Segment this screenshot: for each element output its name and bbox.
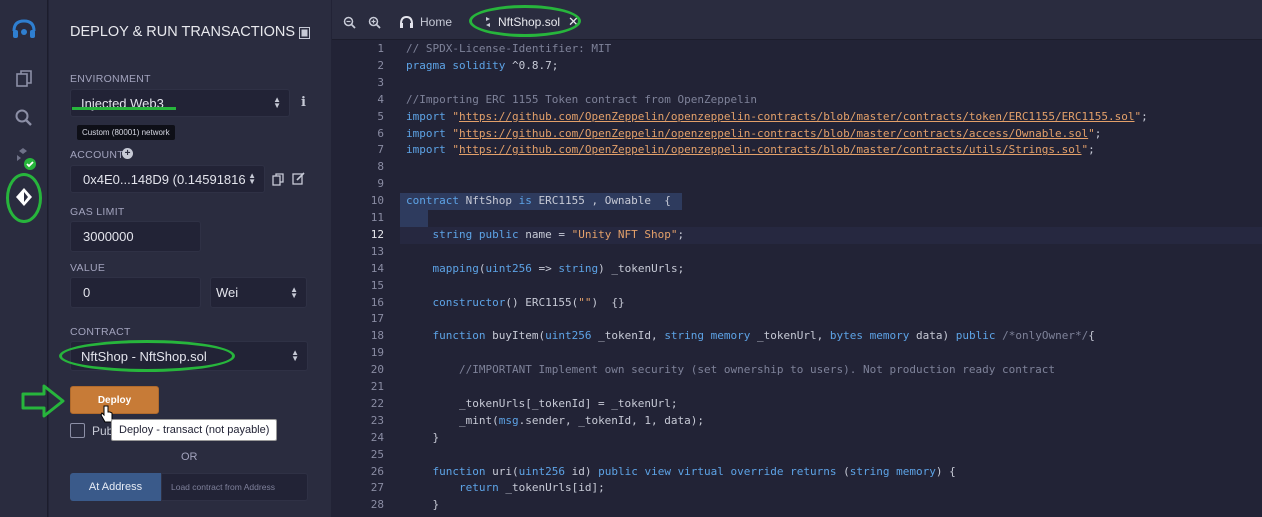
code-line[interactable]: //Importing ERC 1155 Token contract from… <box>406 93 757 106</box>
home-remix-icon <box>400 15 413 28</box>
deploy-button[interactable]: Deploy <box>70 386 159 414</box>
line-number: 16 <box>370 295 384 309</box>
account-select[interactable]: 0x4E0...148D9 (0.14591816 ▲ ▼ <box>70 165 265 193</box>
line-number: 25 <box>370 447 384 461</box>
code-line[interactable]: pragma solidity ^0.8.7; <box>406 59 558 72</box>
tab-home-label: Home <box>420 15 453 29</box>
gas-limit-input[interactable]: 3000000 <box>70 221 201 252</box>
line-number: 24 <box>370 430 384 444</box>
code-line[interactable]: import "https://github.com/OpenZeppelin/… <box>406 127 1101 140</box>
editor-tabbar <box>332 0 1262 40</box>
line-number: 5 <box>377 109 384 123</box>
code-line[interactable]: } <box>406 498 439 511</box>
code-line[interactable]: function uri(uint256 id) public view vir… <box>406 465 956 478</box>
line-number: 8 <box>377 160 384 174</box>
solidity-file-icon <box>486 17 490 27</box>
line-number: 9 <box>377 177 384 191</box>
tab-nftshop[interactable]: NftShop.sol ✕ <box>483 10 579 34</box>
line-number: 4 <box>377 92 384 106</box>
editor-gutter: 1 2 3 4 5 6 7 8 9 10 11 12 13 14 15 16 17 18 19 20 21 22 23 24 2… <box>332 40 400 517</box>
tab-nftshop-label: NftShop.sol <box>498 15 561 29</box>
line-number: 7 <box>377 143 384 157</box>
docs-icon[interactable] <box>299 26 310 44</box>
select-arrows-icon: ▲ ▼ <box>248 171 256 186</box>
line-number: 27 <box>370 481 384 495</box>
code-line[interactable]: //IMPORTANT Implement own security (set … <box>406 363 1055 376</box>
select-arrows-icon: ▲ ▼ <box>273 95 281 110</box>
deploy-tooltip: Deploy - transact (not payable) <box>111 419 278 441</box>
code-line[interactable]: return _tokenUrls[id]; <box>406 481 605 494</box>
code-line[interactable]: // SPDX-License-Identifier: MIT <box>406 42 611 55</box>
contract-value: NftShop - NftShop.sol <box>81 348 207 364</box>
copy-icon[interactable] <box>272 173 284 191</box>
code-line[interactable]: _tokenUrls[_tokenId] = _tokenUrl; <box>406 397 678 410</box>
line-number: 26 <box>370 464 384 478</box>
line-number: 12 <box>370 227 384 241</box>
load-address-input[interactable]: Load contract from Address <box>161 473 308 501</box>
line-number: 1 <box>377 42 384 55</box>
search-icon[interactable] <box>9 103 39 133</box>
account-value: 0x4E0...148D9 (0.14591816 <box>83 171 246 187</box>
line-number: 23 <box>370 413 384 427</box>
code-line[interactable]: string public name = "Unity NFT Shop"; <box>406 228 685 241</box>
panel-title: DEPLOY & RUN TRANSACTIONS <box>70 24 296 40</box>
line-number: 18 <box>370 329 384 343</box>
at-address-button[interactable]: At Address <box>70 473 161 501</box>
account-label: ACCOUNT <box>70 149 125 161</box>
value-unit-select[interactable]: Wei ▲ ▼ <box>210 277 307 308</box>
arrow-right-icon <box>20 383 66 424</box>
value-label: VALUE <box>70 262 106 274</box>
network-badge: Custom (80001) network <box>77 125 175 140</box>
line-number: 10 <box>370 194 384 208</box>
line-number: 20 <box>370 363 384 377</box>
line-number: 28 <box>370 498 384 512</box>
line-number: 19 <box>370 346 384 360</box>
code-line[interactable]: contract NftShop is ERC1155 , Ownable { <box>406 194 671 207</box>
line-number: 3 <box>377 75 384 89</box>
code-line[interactable]: } <box>406 431 439 444</box>
contract-label: CONTRACT <box>70 326 131 338</box>
select-arrows-icon: ▲ ▼ <box>290 284 298 300</box>
tab-home[interactable]: Home <box>399 10 452 34</box>
close-tab-icon[interactable]: ✕ <box>568 14 579 30</box>
select-arrows-icon: ▲ ▼ <box>291 348 299 363</box>
icon-panel <box>0 0 48 517</box>
remix-logo-icon[interactable] <box>9 14 39 44</box>
value-unit: Wei <box>216 285 239 300</box>
solidity-compiler-icon[interactable] <box>9 143 39 173</box>
code-line[interactable]: mapping(uint256 => string) _tokenUrls; <box>406 262 685 275</box>
line-number: 22 <box>370 396 384 410</box>
selection-highlight <box>400 210 428 227</box>
code-line[interactable]: import "https://github.com/OpenZeppelin/… <box>406 143 1095 156</box>
deploy-run-icon[interactable] <box>9 182 39 212</box>
line-number: 13 <box>370 244 384 258</box>
environment-underline <box>72 107 176 110</box>
publish-checkbox[interactable] <box>70 423 85 438</box>
line-number: 2 <box>377 58 384 72</box>
code-line[interactable]: function buyItem(uint256 _tokenId, strin… <box>406 329 1095 342</box>
line-number: 14 <box>370 261 384 275</box>
file-explorer-icon[interactable] <box>9 64 39 94</box>
value-input[interactable]: 0 <box>70 277 201 308</box>
gas-limit-label: GAS LIMIT <box>70 206 125 218</box>
info-icon[interactable]: i <box>301 95 306 110</box>
code-editor[interactable]: // SPDX-License-Identifier: MIT pragma so… <box>400 40 1262 517</box>
contract-select[interactable]: NftShop - NftShop.sol ▲ ▼ <box>70 341 308 371</box>
environment-select[interactable]: Injected Web3 ▲ ▼ <box>70 89 290 117</box>
zoom-in-icon[interactable] <box>368 16 381 34</box>
line-number: 6 <box>377 126 384 140</box>
code-line[interactable]: import "https://github.com/OpenZeppelin/… <box>406 110 1148 123</box>
code-line[interactable]: _mint(msg.sender, _tokenId, 1, data); <box>406 414 704 427</box>
line-number: 11 <box>370 211 384 224</box>
or-label: OR <box>181 451 198 463</box>
zoom-out-icon[interactable] <box>343 16 356 34</box>
line-number: 17 <box>370 312 384 326</box>
add-account-icon[interactable]: + <box>122 148 133 159</box>
line-number: 21 <box>370 380 384 393</box>
code-line[interactable]: constructor() ERC1155("") {} <box>406 296 625 309</box>
edit-icon[interactable] <box>292 172 305 190</box>
line-number: 15 <box>370 278 384 292</box>
environment-label: ENVIRONMENT <box>70 73 151 85</box>
